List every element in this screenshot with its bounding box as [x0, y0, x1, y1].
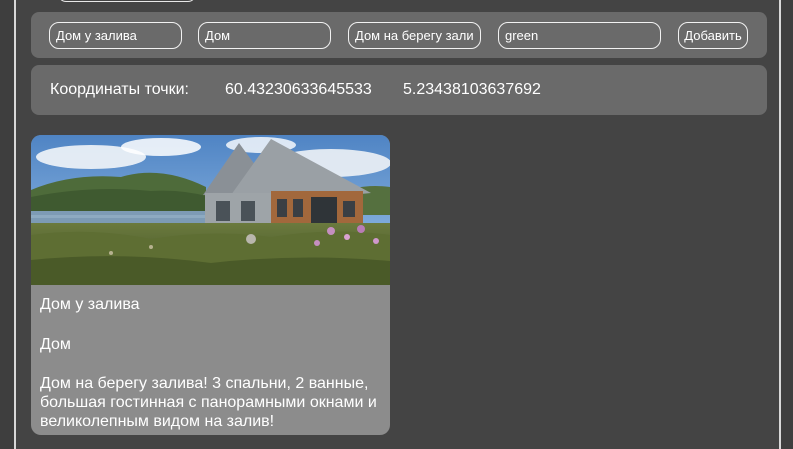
house-photo — [31, 135, 390, 285]
add-button[interactable]: Добавить — [678, 22, 748, 49]
title-input[interactable] — [49, 22, 182, 49]
card-title: Дом у залива — [40, 296, 140, 313]
top-input-edge[interactable] — [58, 0, 196, 2]
place-card[interactable]: Дом у залива Дом Дом на берегу залива! 3… — [31, 135, 390, 435]
latitude-value: 60.43230633645533 — [225, 81, 372, 98]
type-input[interactable] — [198, 22, 331, 49]
card-description: Дом на берегу залива! 3 спальни, 2 ванны… — [40, 375, 377, 430]
color-input[interactable] — [498, 22, 661, 49]
coordinates-label: Координаты точки: — [50, 81, 189, 98]
longitude-value: 5.23438103637692 — [403, 81, 541, 98]
description-input[interactable] — [348, 22, 481, 49]
coordinates-panel: Координаты точки: 60.43230633645533 5.23… — [31, 65, 767, 115]
card-type: Дом — [40, 336, 71, 353]
add-place-form: Добавить — [31, 12, 767, 58]
